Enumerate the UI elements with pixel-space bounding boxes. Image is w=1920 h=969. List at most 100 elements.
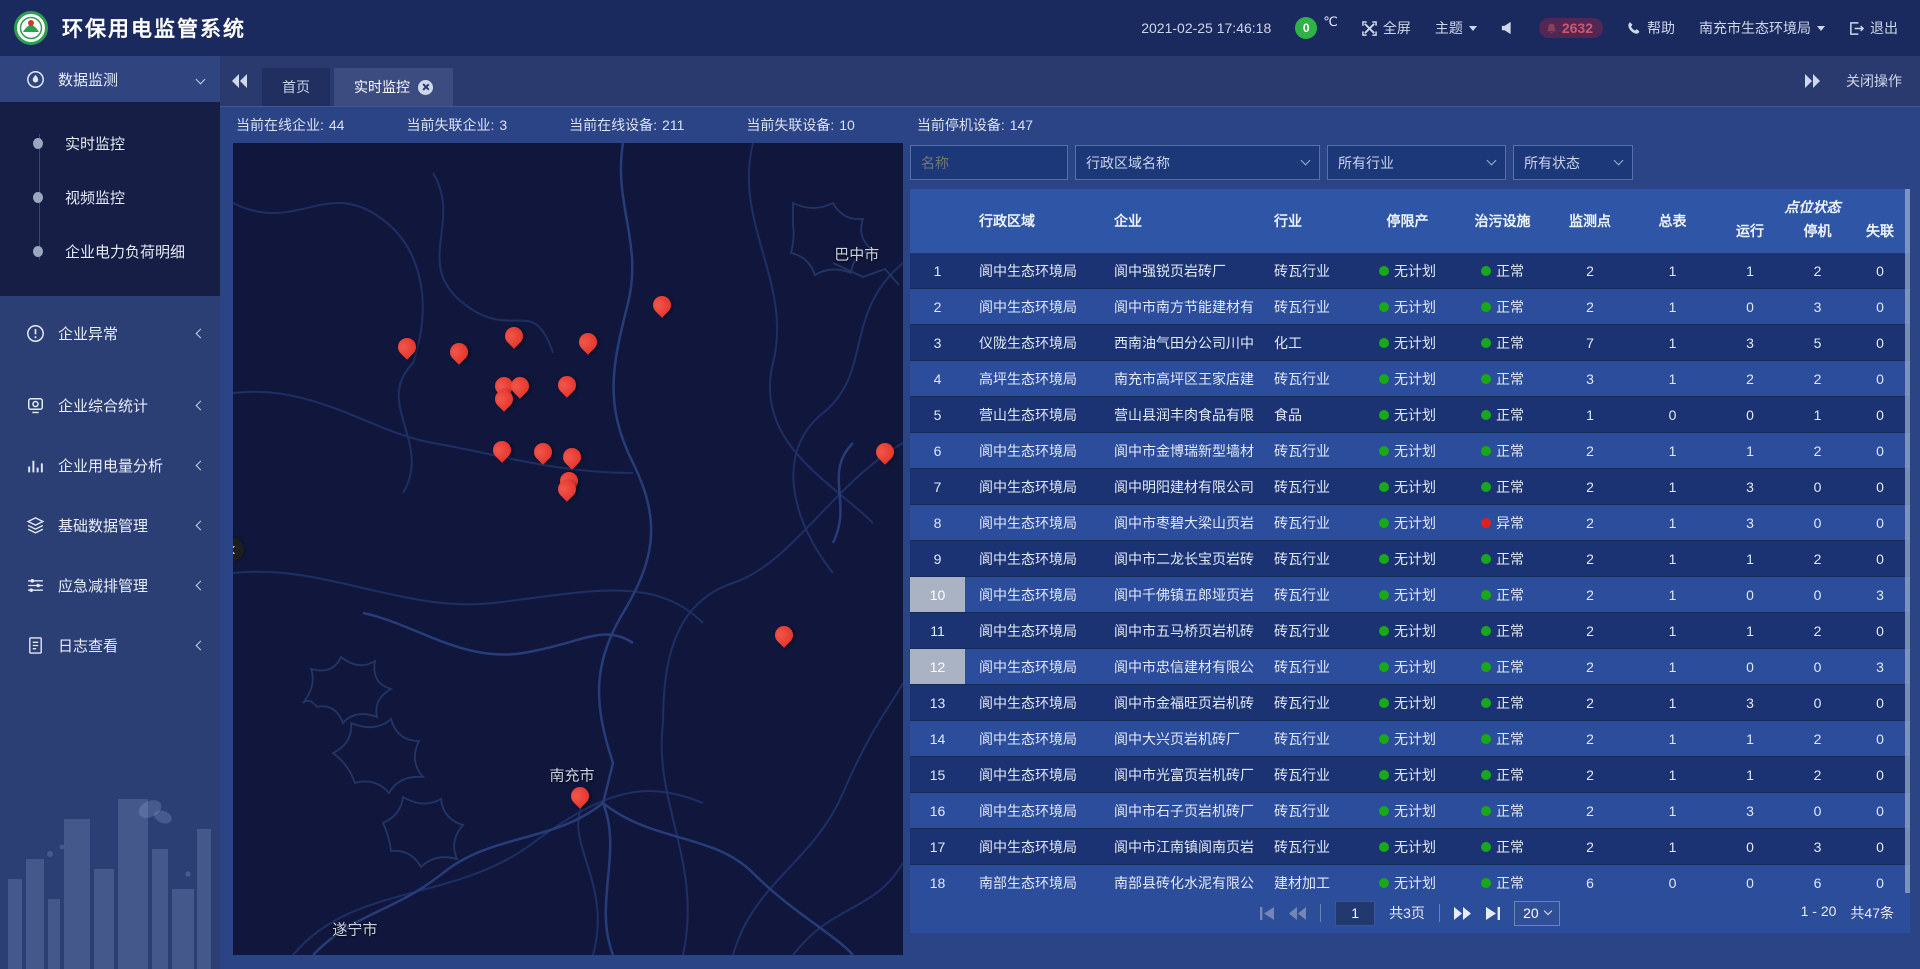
cell-row-number: 5: [910, 397, 965, 432]
map-pin-icon[interactable]: [511, 377, 529, 395]
sidebar-item-realtime-monitoring[interactable]: 实时监控: [0, 116, 220, 170]
search-input[interactable]: [921, 155, 1057, 171]
table-row[interactable]: 11阆中生态环境局阆中市五马桥页岩机砖砖瓦行业无计划正常21120: [910, 613, 1910, 649]
stat-stopped-devices: 当前停机设备:147: [917, 115, 1033, 135]
sidebar-item-power-analysis[interactable]: 企业用电量分析: [0, 442, 220, 488]
region-filter-select[interactable]: 行政区域名称: [1075, 145, 1320, 180]
mute-button[interactable]: [1501, 21, 1515, 35]
table-row[interactable]: 4高坪生态环境局南充市高坪区王家店建砖瓦行业无计划正常31220: [910, 361, 1910, 397]
table-row[interactable]: 9阆中生态环境局阆中市二龙长宝页岩砖砖瓦行业无计划正常21120: [910, 541, 1910, 577]
map-pin-icon[interactable]: [398, 338, 416, 356]
cell-company: 阆中市二龙长宝页岩砖: [1100, 541, 1260, 576]
monitor-gauge-icon: [26, 70, 45, 89]
table-row[interactable]: 7阆中生态环境局阆中明阳建材有限公司砖瓦行业无计划正常21300: [910, 469, 1910, 505]
sidebar-item-enterprise-statistics[interactable]: 企业综合统计: [0, 382, 220, 428]
map-pin-icon[interactable]: [653, 296, 671, 314]
sidebar-item-video-monitoring[interactable]: 视频监控: [0, 170, 220, 224]
page-number-input[interactable]: [1335, 901, 1375, 926]
table-row[interactable]: 13阆中生态环境局阆中市金福旺页岩机砖砖瓦行业无计划正常21300: [910, 685, 1910, 721]
cell-industry: 砖瓦行业: [1260, 541, 1360, 576]
column-header-lost: 失联: [1850, 219, 1910, 253]
cell-row-number: 9: [910, 541, 965, 576]
tab-realtime-monitoring[interactable]: 实时监控: [334, 68, 453, 106]
name-filter-input[interactable]: [910, 145, 1068, 180]
notification-badge[interactable]: 2632: [1539, 18, 1603, 38]
table-row[interactable]: 2阆中生态环境局阆中市南方节能建材有砖瓦行业无计划正常21030: [910, 289, 1910, 325]
sidebar-item-enterprise-abnormal[interactable]: 企业异常: [0, 310, 220, 356]
next-page-icon[interactable]: [1454, 907, 1471, 920]
close-operations-button[interactable]: 关闭操作: [1846, 71, 1902, 91]
table-row[interactable]: 12阆中生态环境局阆中市忠信建材有限公砖瓦行业无计划正常21003: [910, 649, 1910, 685]
map-panel[interactable]: 巴中市南充市遂宁市: [233, 143, 903, 955]
map-pin-icon[interactable]: [571, 787, 589, 805]
first-page-icon[interactable]: [1260, 907, 1275, 920]
cell-lost-count: 3: [1850, 649, 1910, 684]
table-row[interactable]: 5营山生态环境局营山县润丰肉食品有限食品无计划正常10010: [910, 397, 1910, 433]
sidebar-item-base-data[interactable]: 基础数据管理: [0, 502, 220, 548]
table-row[interactable]: 16阆中生态环境局阆中市石子页岩机砖厂砖瓦行业无计划正常21300: [910, 793, 1910, 829]
table-row[interactable]: 1阆中生态环境局阆中强锐页岩砖厂砖瓦行业无计划正常21120: [910, 253, 1910, 289]
bullet-dot-icon: [33, 138, 43, 149]
tabs-scroll-left-icon[interactable]: [232, 74, 248, 88]
sidebar-item-log-view[interactable]: 日志查看: [0, 622, 220, 668]
cell-lost-count: 0: [1850, 433, 1910, 468]
map-pin-icon[interactable]: [493, 441, 511, 459]
map-pin-icon[interactable]: [876, 443, 894, 461]
map-pin-icon[interactable]: [534, 443, 552, 461]
sidebar-item-label: 日志查看: [58, 635, 184, 656]
sidebar-item-emergency-reduction[interactable]: 应急减排管理: [0, 562, 220, 608]
last-page-icon[interactable]: [1485, 907, 1500, 920]
cell-stop-plan: 无计划: [1360, 721, 1455, 756]
table-row[interactable]: 8阆中生态环境局阆中市枣碧大梁山页岩砖瓦行业无计划异常21300: [910, 505, 1910, 541]
cell-district: 阆中生态环境局: [965, 541, 1100, 576]
logout-button[interactable]: 退出: [1849, 18, 1898, 38]
cell-company: 阆中市五马桥页岩机砖: [1100, 613, 1260, 648]
help-button[interactable]: 帮助: [1627, 18, 1675, 38]
cell-stopped-count: 0: [1785, 649, 1850, 684]
table-row[interactable]: 6阆中生态环境局阆中市金博瑞新型墙材砖瓦行业无计划正常21120: [910, 433, 1910, 469]
table-row[interactable]: 17阆中生态环境局阆中市江南镇阆南页岩砖瓦行业无计划正常21030: [910, 829, 1910, 865]
tab-home[interactable]: 首页: [262, 68, 330, 106]
logout-label: 退出: [1870, 18, 1898, 38]
map-pin-icon[interactable]: [495, 390, 513, 408]
prev-page-icon[interactable]: [1289, 907, 1306, 920]
map-pin-icon[interactable]: [579, 333, 597, 351]
map-pin-icon[interactable]: [775, 626, 793, 644]
cell-facility-status: 正常: [1455, 865, 1550, 893]
table-scrollbar[interactable]: [1905, 189, 1910, 893]
theme-dropdown[interactable]: 主题: [1435, 18, 1477, 38]
chevron-down-icon: [1487, 156, 1497, 166]
table-row[interactable]: 18南部生态环境局南部县砖化水泥有限公建材加工无计划正常60060: [910, 865, 1910, 893]
tabs-scroll-right-icon[interactable]: [1804, 74, 1820, 88]
map-pin-icon[interactable]: [558, 376, 576, 394]
column-group-point-status: 点位状态: [1715, 189, 1910, 219]
cell-facility-status: 正常: [1455, 757, 1550, 792]
status-filter-select[interactable]: 所有状态: [1513, 145, 1633, 180]
map-pin-icon[interactable]: [505, 327, 523, 345]
map-pin-icon[interactable]: [563, 448, 581, 466]
fullscreen-button[interactable]: 全屏: [1362, 18, 1411, 38]
cell-industry: 砖瓦行业: [1260, 577, 1360, 612]
org-dropdown[interactable]: 南充市生态环境局: [1699, 18, 1825, 38]
cell-stop-plan: 无计划: [1360, 505, 1455, 540]
cell-district: 营山生态环境局: [965, 397, 1100, 432]
sidebar-item-power-load-detail[interactable]: 企业电力负荷明细: [0, 224, 220, 278]
industry-filter-select[interactable]: 所有行业: [1327, 145, 1506, 180]
status-dot-icon: [1481, 626, 1491, 636]
cell-stopped-count: 2: [1785, 361, 1850, 396]
cell-running-count: 2: [1715, 361, 1785, 396]
table-row[interactable]: 3仪陇生态环境局西南油气田分公司川中化工无计划正常71350: [910, 325, 1910, 361]
table-row[interactable]: 14阆中生态环境局阆中大兴页岩机砖厂砖瓦行业无计划正常21120: [910, 721, 1910, 757]
cell-lost-count: 0: [1850, 829, 1910, 864]
circle-close-icon[interactable]: [418, 80, 433, 95]
page-size-select[interactable]: 20: [1514, 901, 1560, 926]
map-pin-icon[interactable]: [450, 343, 468, 361]
cell-meter-count: 1: [1630, 829, 1715, 864]
map-pin-icon[interactable]: [558, 480, 576, 498]
caret-down-icon: [1469, 26, 1477, 31]
table-row[interactable]: 15阆中生态环境局阆中市光富页岩机砖厂砖瓦行业无计划正常21120: [910, 757, 1910, 793]
sidebar: 数据监测 实时监控 视频监控 企业电力负荷明细 企业异常: [0, 56, 220, 969]
sidebar-item-data-monitoring[interactable]: 数据监测: [0, 56, 220, 102]
table-row[interactable]: 10阆中生态环境局阆中千佛镇五郎垭页岩砖瓦行业无计划正常21003: [910, 577, 1910, 613]
cell-monitor-count: 2: [1550, 505, 1630, 540]
